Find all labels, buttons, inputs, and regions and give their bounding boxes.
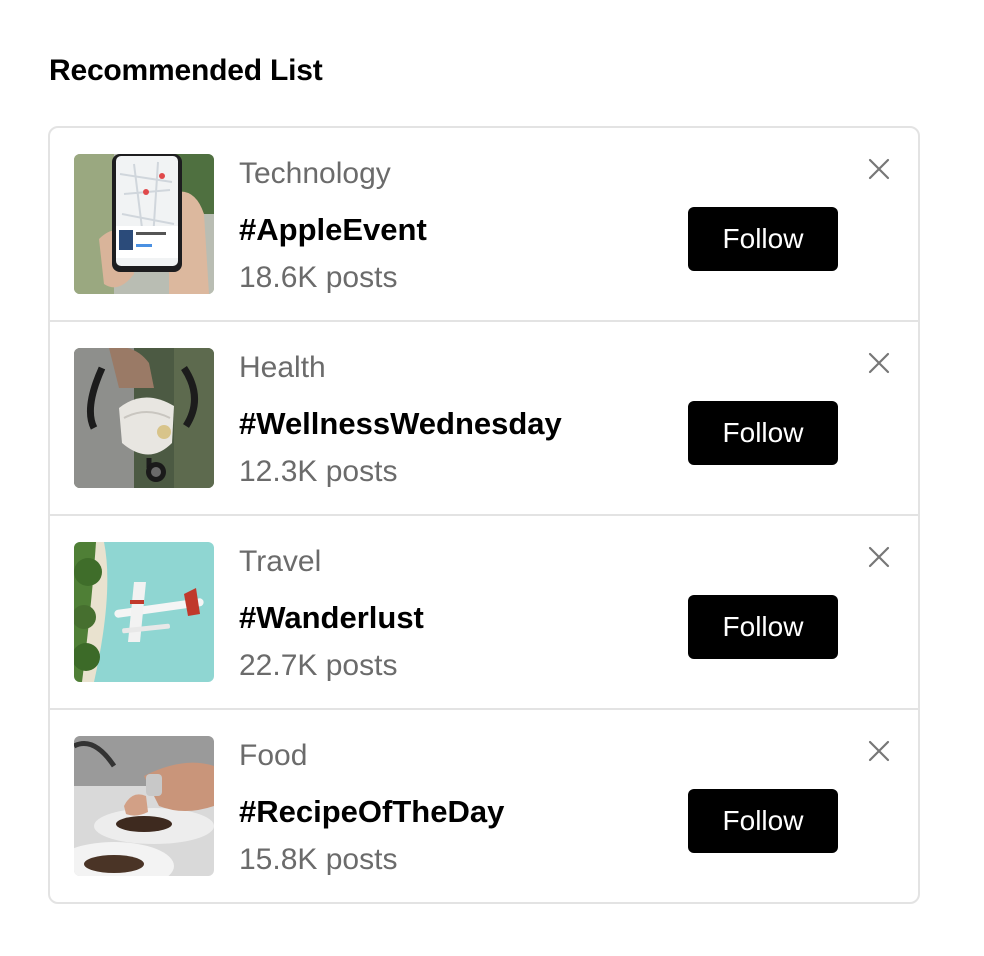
- item-post-count: 12.3K posts: [239, 455, 398, 488]
- item-post-count: 18.6K posts: [239, 261, 398, 294]
- follow-button[interactable]: Follow: [688, 207, 838, 271]
- item-category: Health: [239, 351, 326, 384]
- recommended-list: Technology #AppleEvent 18.6K posts Follo…: [48, 126, 920, 904]
- item-category: Technology: [239, 157, 391, 190]
- item-hashtag[interactable]: #WellnessWednesday: [239, 404, 562, 444]
- close-icon: [868, 158, 890, 180]
- list-item: Technology #AppleEvent 18.6K posts Follo…: [50, 128, 918, 322]
- phone-map-photo: [74, 154, 214, 294]
- chef-plating-photo: [74, 736, 214, 876]
- dismiss-button[interactable]: [864, 542, 894, 572]
- dismiss-button[interactable]: [864, 736, 894, 766]
- stethoscope-mask-photo: [74, 348, 214, 488]
- item-hashtag[interactable]: #AppleEvent: [239, 210, 427, 250]
- dismiss-button[interactable]: [864, 348, 894, 378]
- item-post-count: 15.8K posts: [239, 843, 398, 876]
- follow-button[interactable]: Follow: [688, 595, 838, 659]
- list-item: Food #RecipeOfTheDay 15.8K posts Follow: [50, 710, 918, 902]
- close-icon: [868, 352, 890, 374]
- follow-button[interactable]: Follow: [688, 789, 838, 853]
- item-post-count: 22.7K posts: [239, 649, 398, 682]
- item-category: Food: [239, 739, 308, 772]
- list-item: Health #WellnessWednesday 12.3K posts Fo…: [50, 322, 918, 516]
- close-icon: [868, 740, 890, 762]
- close-icon: [868, 546, 890, 568]
- follow-button[interactable]: Follow: [688, 401, 838, 465]
- list-item: Travel #Wanderlust 22.7K posts Follow: [50, 516, 918, 710]
- item-hashtag[interactable]: #RecipeOfTheDay: [239, 792, 504, 832]
- item-hashtag[interactable]: #Wanderlust: [239, 598, 424, 638]
- section-title: Recommended List: [49, 54, 323, 87]
- item-category: Travel: [239, 545, 322, 578]
- seaplane-beach-photo: [74, 542, 214, 682]
- dismiss-button[interactable]: [864, 154, 894, 184]
